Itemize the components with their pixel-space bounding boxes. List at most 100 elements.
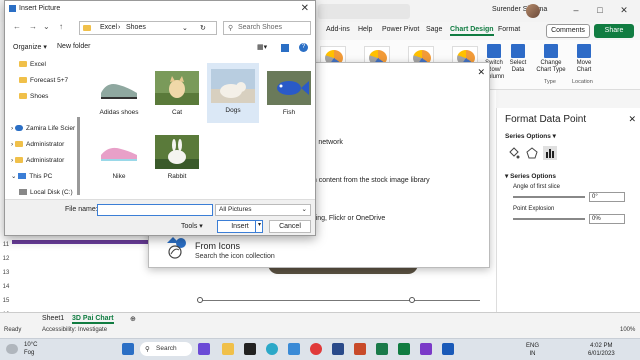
series-options-section[interactable]: ▾ Series Options	[505, 172, 556, 180]
maximize-icon[interactable]: □	[592, 3, 608, 17]
resize-handle[interactable]	[197, 297, 203, 303]
disk-icon	[19, 189, 27, 196]
explosion-label: Point Explosion	[513, 206, 555, 212]
powerpoint-icon[interactable]	[354, 343, 366, 355]
tab-sage[interactable]: Sage	[426, 26, 442, 33]
language-indicator[interactable]: ENG IN	[526, 342, 539, 358]
resize-handle[interactable]	[409, 297, 415, 303]
clock[interactable]: 4:02 PM 6/01/2023	[588, 342, 615, 358]
fill-line-icon[interactable]	[507, 146, 521, 160]
nav-item-administrator-1[interactable]: › Administrator	[11, 139, 64, 150]
taskbar-search[interactable]: ⚲ Search	[140, 342, 192, 356]
onenote-icon[interactable]	[376, 343, 388, 355]
tab-format[interactable]: Format	[498, 26, 520, 33]
view-icon[interactable]: ▦▾	[257, 43, 267, 51]
accessibility-status[interactable]: Accessibility: Investigate	[42, 327, 107, 333]
new-folder-button[interactable]: New folder	[57, 43, 90, 50]
app-icon[interactable]	[332, 343, 344, 355]
file-name: Rabbit	[167, 173, 187, 180]
add-sheet-icon[interactable]: ⊕	[130, 315, 136, 323]
from-icons-title[interactable]: From Icons	[195, 241, 240, 251]
explosion-slider[interactable]	[513, 218, 585, 220]
share-button[interactable]: Share	[594, 24, 634, 38]
zoom-level[interactable]: 100%	[620, 327, 635, 333]
search-input[interactable]: ⚲ Search Shoes	[223, 21, 311, 35]
ribbon-tabs: Add-ins Help Power Pivot Sage Chart Desi…	[316, 26, 640, 40]
sheet-tab-3d-pai-chart[interactable]: 3D Pai Chart	[72, 315, 114, 324]
dialog-toolbar: Organize ▾ New folder ▦▾ ?	[5, 41, 315, 55]
cancel-button[interactable]: Cancel	[269, 220, 311, 233]
file-nike[interactable]: Nike	[93, 131, 145, 189]
excel-icon[interactable]	[398, 343, 410, 355]
folder-icon	[14, 157, 23, 164]
effects-icon[interactable]	[525, 146, 539, 160]
folder-icon	[14, 141, 23, 148]
icons-icon[interactable]	[165, 235, 187, 259]
chevron-down-icon[interactable]: ⌄	[182, 24, 188, 32]
tab-chart-design[interactable]: Chart Design	[450, 26, 494, 36]
file-name-label: File name:	[65, 206, 98, 213]
breadcrumb-excel[interactable]: Excel	[100, 24, 117, 31]
tab-power-pivot[interactable]: Power Pivot	[382, 26, 419, 33]
file-name-input[interactable]	[97, 204, 213, 216]
select-data-button[interactable]: Select Data	[506, 44, 530, 74]
sheet-tab-sheet1[interactable]: Sheet1	[42, 315, 64, 322]
address-bar[interactable]: Excel › Shoes ⌄ ↻	[79, 21, 217, 35]
chat-icon[interactable]	[198, 343, 210, 355]
insert-dropdown-icon[interactable]: ▾	[255, 220, 263, 233]
explosion-input[interactable]: 0%	[589, 214, 625, 224]
close-icon[interactable]: ✕	[628, 114, 636, 125]
up-icon[interactable]: ↑	[59, 22, 63, 31]
file-dogs[interactable]: Dogs	[207, 63, 259, 123]
comments-button[interactable]: Comments	[546, 24, 590, 38]
minimize-icon[interactable]: –	[568, 3, 584, 17]
file-explorer-icon[interactable]	[222, 343, 234, 355]
refresh-icon[interactable]: ↻	[200, 24, 206, 32]
file-fish[interactable]: Fish	[263, 67, 315, 125]
nav-item-this-pc[interactable]: ⌄ This PC	[11, 171, 52, 182]
start-icon[interactable]	[122, 343, 134, 355]
close-icon[interactable]: ✕	[477, 67, 485, 78]
chevron-down-icon[interactable]: ⌄	[43, 22, 50, 31]
forward-icon[interactable]: →	[29, 22, 37, 31]
breadcrumb-shoes[interactable]: Shoes	[126, 24, 146, 31]
avatar[interactable]	[526, 4, 540, 18]
nav-item-onedrive[interactable]: › Zamira Life Scier	[11, 123, 75, 134]
organize-button[interactable]: Organize ▾	[13, 43, 47, 51]
nav-item-shoes[interactable]: Shoes	[19, 91, 48, 102]
app2-icon[interactable]	[420, 343, 432, 355]
nav-item-administrator-2[interactable]: › Administrator	[11, 155, 64, 166]
nav-item-excel[interactable]: Excel	[19, 59, 46, 70]
change-chart-type-button[interactable]: Change Chart Type	[534, 44, 568, 74]
preview-pane-icon[interactable]	[281, 44, 289, 52]
move-chart-button[interactable]: Move Chart	[572, 44, 596, 74]
word-icon[interactable]	[442, 343, 454, 355]
nav-item-forecast[interactable]: Forecast 5+7	[19, 75, 68, 86]
store-icon[interactable]	[288, 343, 300, 355]
file-type-select[interactable]: All Pictures ⌄	[215, 204, 311, 216]
tools-button[interactable]: Tools ▾	[181, 222, 203, 230]
cat-image	[155, 71, 199, 105]
help-icon[interactable]: ?	[299, 43, 308, 52]
close-icon[interactable]: ✕	[301, 3, 309, 14]
angle-input[interactable]: 0°	[589, 192, 625, 202]
tab-addins[interactable]: Add-ins	[326, 26, 350, 33]
nav-item-local-disk[interactable]: Local Disk (C:)	[19, 187, 73, 198]
nav-scrollbar[interactable]	[77, 117, 80, 195]
tab-help[interactable]: Help	[358, 26, 372, 33]
stock-images-text: m content from the stock image library	[311, 177, 430, 184]
weather-widget[interactable]: 10°C Fog	[24, 341, 37, 357]
file-adidas-shoes[interactable]: Adidas shoes	[93, 67, 145, 125]
close-icon[interactable]: ✕	[616, 3, 632, 17]
opera-icon[interactable]	[310, 343, 322, 355]
series-options-dropdown[interactable]: Series Options ▾	[505, 132, 556, 140]
back-icon[interactable]: ←	[13, 22, 21, 31]
file-cat[interactable]: Cat	[151, 67, 203, 125]
series-options-icon[interactable]	[543, 146, 557, 160]
file-rabbit[interactable]: Rabbit	[151, 131, 203, 189]
angle-slider[interactable]	[513, 196, 585, 198]
chevron-down-icon: ⌄	[301, 206, 307, 213]
excel-search-box[interactable]	[318, 4, 410, 19]
task-view-icon[interactable]	[244, 343, 256, 355]
edge-icon[interactable]	[266, 343, 278, 355]
